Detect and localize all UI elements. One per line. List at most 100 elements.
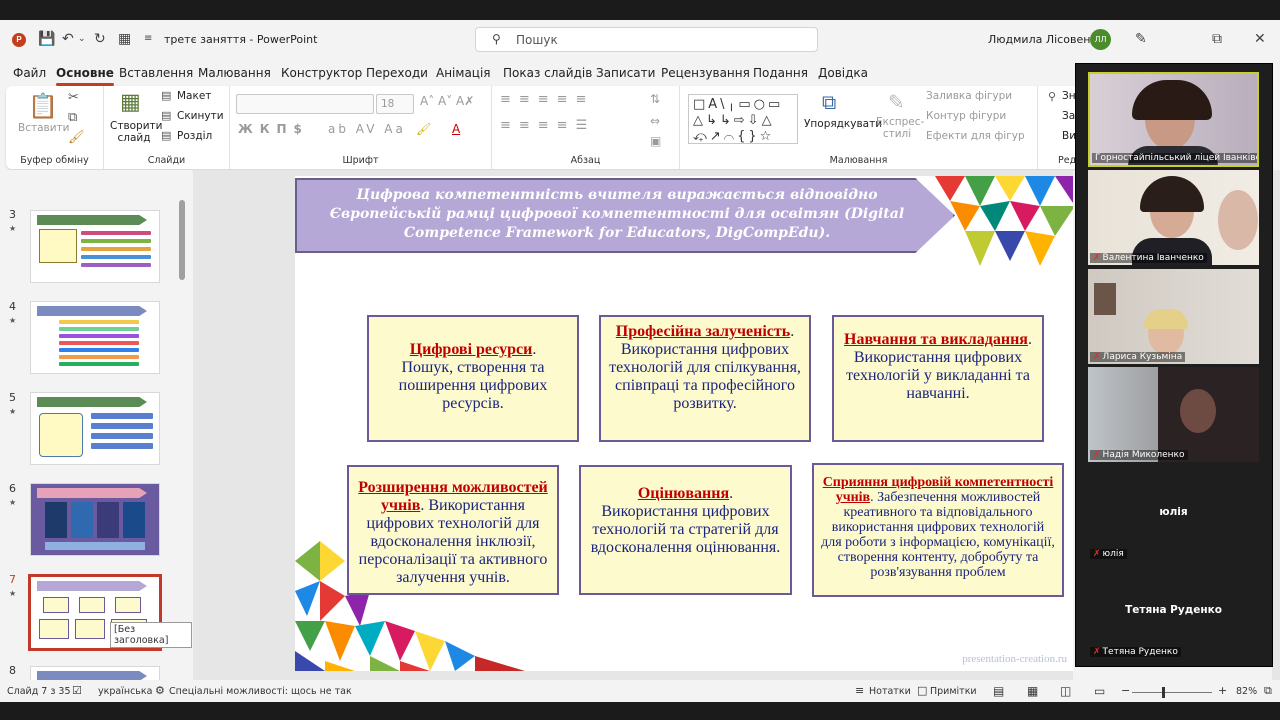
comments-button[interactable]: Примітки xyxy=(930,686,977,697)
font-color-icon[interactable]: A xyxy=(452,122,460,136)
find-button[interactable]: Зн xyxy=(1062,90,1076,102)
shape-effects-button[interactable]: Ефекти для фігур xyxy=(926,130,1025,142)
layout-button[interactable]: Макет xyxy=(177,90,211,102)
slide-thumbnail-5[interactable] xyxy=(30,392,160,465)
spellcheck-icon[interactable]: ☑ xyxy=(72,684,82,697)
participant-tile-2[interactable]: ✗ Валентина Іванченко xyxy=(1088,170,1259,265)
thumb-header xyxy=(37,397,147,407)
tab-record[interactable]: Записати xyxy=(596,66,655,80)
quick-styles-button[interactable]: Експрес-стилі xyxy=(876,116,924,140)
tab-view[interactable]: Подання xyxy=(753,66,808,80)
align-icons[interactable]: ≡≡≡≡☰ xyxy=(500,118,595,133)
current-slide[interactable]: Цифрова компетентність вчителя виражаєть… xyxy=(295,176,1073,671)
redo-icon[interactable]: ↻ xyxy=(94,31,106,47)
quick-styles-icon[interactable]: ✎ xyxy=(888,90,905,114)
competence-box-digital-resources[interactable]: Цифрові ресурси. Пошук, створення та пош… xyxy=(367,315,579,442)
font-format-buttons[interactable]: ЖКП$ xyxy=(238,122,309,136)
participant-tile-1[interactable]: Горностайпільський ліцей Іванківської с.… xyxy=(1088,72,1259,167)
new-slide-icon[interactable]: ▦ xyxy=(120,90,141,115)
zoom-level[interactable]: 82% xyxy=(1236,686,1257,697)
slideshow-icon[interactable]: ▭ xyxy=(1094,684,1105,698)
zoom-out-icon[interactable]: − xyxy=(1121,684,1130,697)
slide-thumbnail-6[interactable] xyxy=(30,483,160,556)
title-banner[interactable]: Цифрова компетентність вчителя виражаєть… xyxy=(295,178,955,253)
new-slide-button[interactable]: Створити слайд xyxy=(110,120,163,144)
tab-help[interactable]: Довідка xyxy=(818,66,868,80)
tab-home[interactable]: Основне xyxy=(56,66,114,86)
competence-box-professional-engagement[interactable]: Професійна залученість. Використання циф… xyxy=(599,315,811,442)
avatar[interactable]: ЛЛ xyxy=(1090,29,1111,50)
tab-file[interactable]: Файл xyxy=(13,66,46,80)
slide-thumbnail-8[interactable] xyxy=(30,666,160,680)
shape-outline-button[interactable]: Контур фігури xyxy=(926,110,1006,122)
wall-picture xyxy=(1094,283,1116,315)
participant-name-text: Валентина Іванченко xyxy=(1102,253,1204,263)
competence-box-empowering-learners[interactable]: Розширення можливостей учнів. Використан… xyxy=(347,465,559,595)
select-button[interactable]: Ви xyxy=(1062,130,1076,142)
language-indicator[interactable]: українська xyxy=(98,686,152,697)
slide-thumbnail-4[interactable] xyxy=(30,301,160,374)
customize-toolbar-icon[interactable]: ≡ xyxy=(144,33,152,44)
slide-sorter-icon[interactable]: ▦ xyxy=(1027,684,1038,698)
tab-design[interactable]: Конструктор xyxy=(281,66,362,80)
pen-icon[interactable]: ✎ xyxy=(1135,31,1147,47)
shapes-gallery[interactable]: □A\╷▭○▭ △↳↳⇨⇩△ ⤽↗⌒{}☆ xyxy=(688,94,798,144)
shape-fill-button[interactable]: Заливка фігури xyxy=(926,90,1012,102)
highlight-color-icon[interactable]: 🖌 xyxy=(416,122,431,136)
tab-review[interactable]: Рецензування xyxy=(661,66,750,80)
tab-transitions[interactable]: Переходи xyxy=(366,66,428,80)
thumb-box xyxy=(43,597,69,613)
restore-window-icon[interactable]: ⧉ xyxy=(1212,31,1222,47)
section-button[interactable]: Розділ xyxy=(177,130,212,142)
arrange-icon[interactable]: ⧉ xyxy=(822,90,836,114)
cut-icon[interactable]: ✂ xyxy=(68,90,79,105)
participant-tile-5[interactable]: юлія ✗ юлія xyxy=(1088,466,1259,561)
reset-button[interactable]: Скинути xyxy=(177,110,224,122)
save-icon[interactable]: 💾 xyxy=(38,31,55,47)
slides-label: Слайди xyxy=(147,155,186,166)
increase-font-icon[interactable]: A˄ A˅ A✗ xyxy=(420,94,474,108)
search-input[interactable]: ⚲ Пошук xyxy=(475,27,818,52)
tab-insert[interactable]: Вставлення xyxy=(119,66,193,80)
competence-box-assessment[interactable]: Оцінювання. Використання цифрових технол… xyxy=(579,465,792,595)
arrange-button[interactable]: Упорядкувати xyxy=(804,118,882,130)
thumbnails-scrollbar[interactable] xyxy=(179,200,185,280)
copy-icon[interactable]: ⧉ xyxy=(68,110,77,125)
present-icon[interactable]: ▦ xyxy=(118,31,131,47)
font-spacing-icons[interactable]: ab AV Aa xyxy=(328,122,406,136)
tab-slideshow[interactable]: Показ слайдів xyxy=(503,66,592,80)
reading-view-icon[interactable]: ◫ xyxy=(1060,684,1071,698)
normal-view-icon[interactable]: ▤ xyxy=(993,684,1004,698)
accessibility-status[interactable]: Спеціальні можливості: щось не так xyxy=(169,686,352,697)
participant-tile-3[interactable]: ✗ Лариса Кузьміна xyxy=(1088,269,1259,364)
format-painter-icon[interactable]: 🖌 xyxy=(68,130,85,145)
list-icons[interactable]: ≡≡≡≡≡ xyxy=(500,92,594,107)
font-family-select[interactable] xyxy=(236,94,374,114)
zoom-slider[interactable] xyxy=(1132,692,1212,693)
competence-box-teaching-learning[interactable]: Навчання та викладання. Використання циф… xyxy=(832,315,1044,442)
slide-thumbnail-3[interactable] xyxy=(30,210,160,283)
font-size-select[interactable]: 18 xyxy=(376,94,414,114)
paste-button[interactable]: Вставити xyxy=(18,122,69,134)
fit-slide-icon[interactable]: ⧉ xyxy=(1264,684,1272,698)
zoom-in-icon[interactable]: + xyxy=(1218,684,1227,697)
replace-button[interactable]: За xyxy=(1062,110,1075,122)
undo-dropdown-icon[interactable]: ⌄ xyxy=(78,34,86,44)
close-icon[interactable]: ✕ xyxy=(1254,31,1266,47)
user-name[interactable]: Людмила Лісовенко xyxy=(988,33,1104,46)
participant-tile-4[interactable]: ✗ Надія Миколенко xyxy=(1088,367,1259,462)
notes-button[interactable]: Нотатки xyxy=(869,686,911,697)
muted-mic-icon: ✗ xyxy=(1093,253,1101,263)
text-direction-icon[interactable]: ⇅ xyxy=(650,92,660,106)
thumb-number: 5 xyxy=(9,391,16,404)
competence-box-learner-digital-competence[interactable]: Сприяння цифровій компетентності учнів. … xyxy=(812,463,1064,597)
vertical-scrollbar[interactable] xyxy=(1272,170,1280,680)
smartart-icon[interactable]: ▣ xyxy=(650,134,661,148)
align-text-icon[interactable]: ⇔ xyxy=(650,114,660,128)
undo-icon[interactable]: ↶ xyxy=(62,31,74,47)
tab-draw[interactable]: Малювання xyxy=(198,66,271,80)
zoom-slider-thumb[interactable] xyxy=(1162,687,1165,698)
tab-animations[interactable]: Анімація xyxy=(436,66,491,80)
participant-tile-6[interactable]: Тетяна Руденко ✗ Тетяна Руденко xyxy=(1088,564,1259,659)
paste-icon[interactable]: 📋 xyxy=(28,92,58,120)
